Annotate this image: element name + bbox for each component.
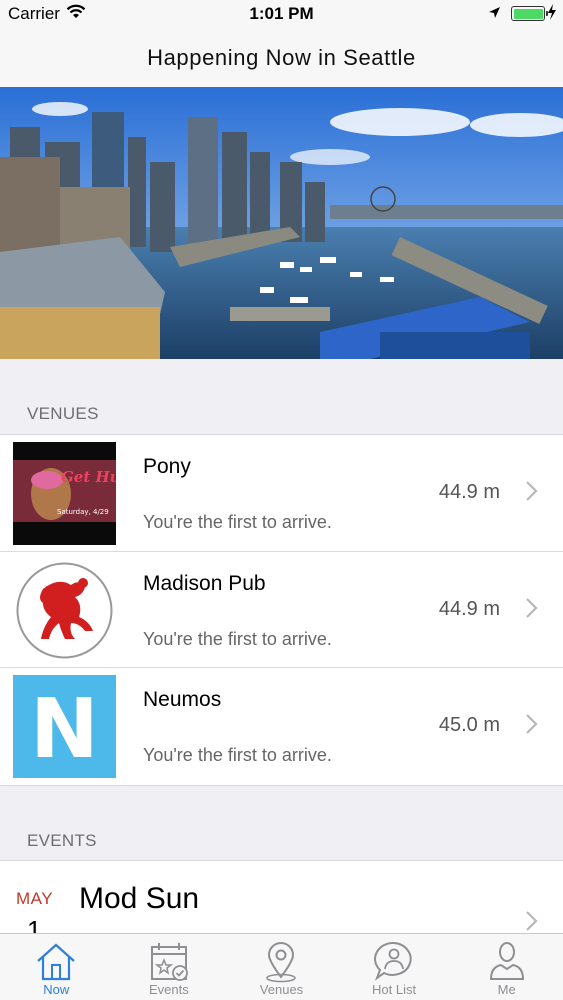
list-item-mod-sun[interactable]: MAY 1 Mod Sun — [0, 861, 563, 945]
venue-distance: 44.9 m — [438, 481, 500, 503]
venue-status: You're the first to arrive. — [143, 745, 332, 765]
venues-list: Get Huh! Saturday, 4/29 Pony You're the … — [0, 434, 563, 786]
chat-person-icon — [374, 941, 412, 981]
tab-venues[interactable]: Venues — [225, 934, 338, 1000]
venue-status: You're the first to arrive. — [143, 512, 332, 532]
venue-status: You're the first to arrive. — [143, 628, 332, 649]
venue-name: Madison Pub — [143, 571, 266, 595]
thumb-date: Saturday, 4/29 — [57, 508, 109, 516]
tab-label: Venues — [259, 982, 304, 997]
venue-thumbnail-pony: Get Huh! Saturday, 4/29 — [13, 442, 116, 545]
venue-thumbnail-neumos: N — [13, 675, 116, 778]
venue-distance: 44.9 m — [438, 597, 500, 620]
thumb-text: Get Huh! — [61, 468, 116, 486]
events-list: MAY 1 Mod Sun — [0, 860, 563, 945]
status-bar: Carrier 1:01 PM — [0, 0, 563, 28]
tab-me[interactable]: Me — [450, 934, 563, 1000]
list-item-neumos[interactable]: N Neumos You're the first to arrive. 45.… — [0, 668, 563, 785]
battery-icon — [511, 6, 548, 21]
venues-section-header: VENUES — [27, 404, 99, 423]
page-title: Happening Now in Seattle — [147, 44, 416, 70]
tab-events[interactable]: Events — [113, 934, 226, 1000]
charging-bolt-icon — [547, 4, 557, 23]
chevron-right-icon — [526, 597, 538, 618]
navigation-bar: Happening Now in Seattle — [0, 28, 563, 87]
chevron-right-icon — [526, 714, 538, 734]
map-pin-icon — [266, 942, 297, 983]
chevron-right-icon — [526, 481, 538, 501]
chevron-right-icon — [526, 911, 538, 931]
thumb-letter: N — [30, 682, 99, 777]
person-icon — [489, 942, 524, 980]
venue-name: Neumos — [143, 688, 222, 711]
tab-hot-list[interactable]: Hot List — [338, 934, 451, 1000]
tab-now[interactable]: Now — [0, 934, 113, 1000]
events-section-header: EVENTS — [27, 831, 97, 850]
venue-name: Pony — [143, 455, 191, 478]
tab-label: Hot List — [372, 982, 417, 997]
house-icon — [37, 943, 76, 981]
tab-label: Events — [149, 982, 189, 997]
clock: 1:01 PM — [249, 4, 314, 23]
calendar-icon — [150, 943, 188, 981]
tab-label: Me — [497, 982, 516, 997]
event-title: Mod Sun — [79, 882, 200, 915]
city-hero-image — [0, 87, 563, 359]
list-item-madison-pub[interactable]: Madison Pub You're the first to arrive. … — [0, 552, 563, 668]
event-month: MAY — [16, 889, 54, 908]
venue-thumbnail-madison-pub — [13, 558, 116, 662]
list-item-pony[interactable]: Get Huh! Saturday, 4/29 Pony You're the … — [0, 435, 563, 552]
tab-label: Now — [43, 982, 70, 997]
location-arrow-icon — [488, 5, 501, 25]
tab-bar: Now Events Venues Hot List Me — [0, 933, 563, 1000]
venue-distance: 45.0 m — [438, 714, 500, 736]
